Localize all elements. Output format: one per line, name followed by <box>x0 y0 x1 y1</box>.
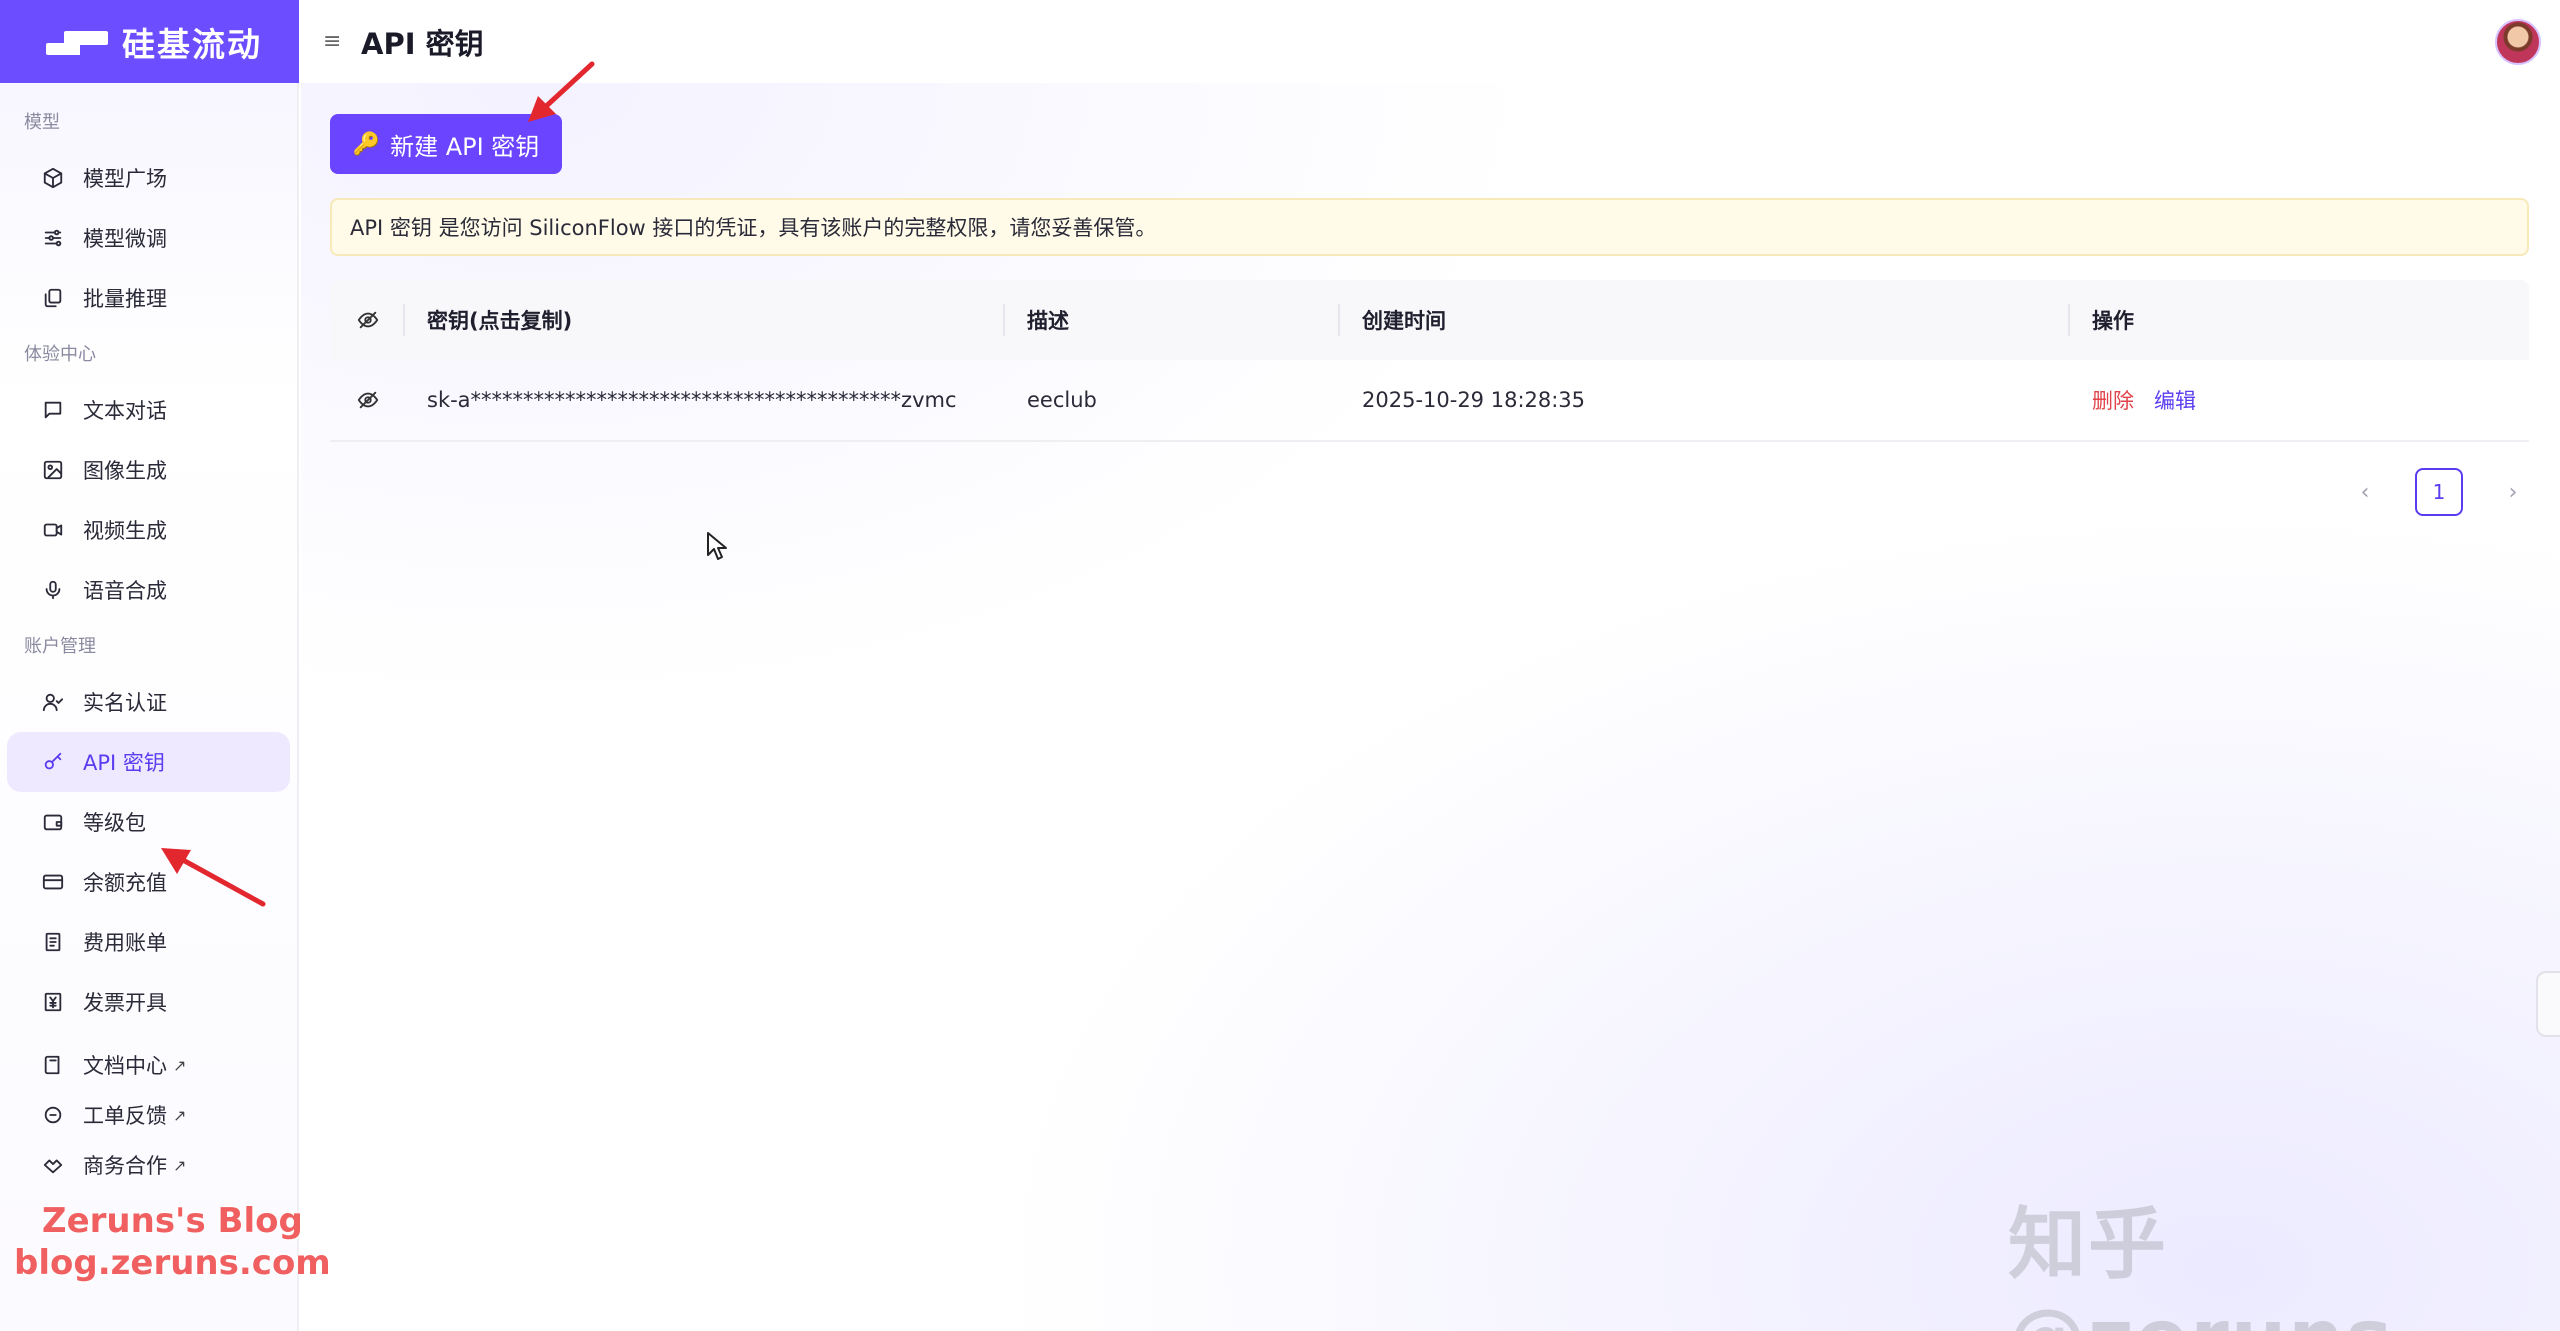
mic-icon <box>41 578 65 602</box>
sidebar-link-business[interactable]: 商务合作 ↗ <box>7 1140 290 1190</box>
next-page-button[interactable]: › <box>2503 480 2523 505</box>
user-check-icon <box>41 690 65 714</box>
side-drawer-handle[interactable] <box>2536 971 2560 1037</box>
sidebar-item-video-gen[interactable]: 视频生成 <box>7 500 290 560</box>
table-row: sk-a************************************… <box>330 360 2529 442</box>
sidebar-link-label: 文档中心 <box>83 1054 167 1078</box>
annotation-arrow-icon <box>161 848 266 907</box>
brand-logo[interactable]: 硅基流动 <box>0 0 299 83</box>
prev-page-button[interactable]: ‹ <box>2355 480 2375 505</box>
sidebar-item-fine-tune[interactable]: 模型微调 <box>7 208 290 268</box>
sidebar-item-batch-inference[interactable]: 批量推理 <box>7 268 290 328</box>
api-key-created-time: 2025-10-29 18:28:35 <box>1362 388 1586 412</box>
receipt-icon <box>41 930 65 954</box>
annotation-arrow-icon <box>528 61 595 122</box>
video-icon <box>41 518 65 542</box>
sidebar-item-api-keys[interactable]: API 密钥 <box>7 732 290 792</box>
column-header-key: 密钥(点击复制) <box>405 280 1005 360</box>
nav-links: 文档中心 ↗ 工单反馈 ↗ 商务合作 ↗ <box>0 1040 297 1190</box>
column-header-description: 描述 <box>1005 280 1340 360</box>
wallet-icon <box>41 810 65 834</box>
toggle-visibility-icon[interactable] <box>330 360 405 440</box>
sidebar-link-label: 商务合作 <box>83 1154 167 1178</box>
sidebar-item-verification[interactable]: 实名认证 <box>7 672 290 732</box>
main-content: 🔑 新建 API 密钥 API 密钥 是您访问 SiliconFlow 接口的凭… <box>301 83 2560 1331</box>
key-icon <box>41 750 65 774</box>
sidebar-item-image-gen[interactable]: 图像生成 <box>7 440 290 500</box>
sidebar-item-label: 图像生成 <box>83 459 167 483</box>
topbar: ≡ API 密钥 <box>301 0 2560 83</box>
section-label-account: 账户管理 <box>24 636 96 657</box>
brand-name: 硅基流动 <box>122 24 262 64</box>
cube-icon <box>41 166 65 190</box>
menu-collapse-icon[interactable]: ≡ <box>323 29 345 54</box>
sidebar-item-label: 实名认证 <box>83 691 167 715</box>
sidebar-item-label: 等级包 <box>83 811 146 835</box>
nav-playground: 文本对话 图像生成 视频生成 语音合成 <box>0 380 297 620</box>
sidebar-item-label: 模型微调 <box>83 227 167 251</box>
column-header-created: 创建时间 <box>1340 280 2070 360</box>
sidebar-link-tickets[interactable]: 工单反馈 ↗ <box>7 1090 290 1140</box>
book-icon <box>41 1053 65 1077</box>
toggle-visibility-all-icon[interactable] <box>330 280 405 360</box>
avatar[interactable] <box>2495 19 2541 65</box>
new-api-key-label: 新建 API 密钥 <box>390 132 540 161</box>
chat-icon <box>41 398 65 422</box>
section-label-playground: 体验中心 <box>24 344 96 365</box>
api-keys-table: 密钥(点击复制) 描述 创建时间 操作 sk-a****************… <box>330 280 2529 442</box>
row-actions: 删除 编辑 <box>2070 360 2529 440</box>
edit-link[interactable]: 编辑 <box>2154 385 2196 415</box>
external-link-icon: ↗ <box>173 1155 187 1175</box>
key-icon: 🔑 <box>352 131 381 157</box>
sidebar-item-text-chat[interactable]: 文本对话 <box>7 380 290 440</box>
sidebar-item-billing[interactable]: 费用账单 <box>7 912 290 972</box>
sidebar-item-label: 批量推理 <box>83 287 167 311</box>
zhihu-watermark: 知乎 @zeruns <box>2008 1200 2392 1331</box>
page-number-current[interactable]: 1 <box>2415 468 2463 516</box>
brand-mark-icon <box>46 27 108 57</box>
external-link-icon: ↗ <box>173 1105 187 1125</box>
nav-models: 模型广场 模型微调 批量推理 <box>0 148 297 328</box>
copy-icon <box>41 286 65 310</box>
api-key-description: eeclub <box>1027 388 1097 412</box>
handshake-icon <box>41 1153 65 1177</box>
table-header: 密钥(点击复制) 描述 创建时间 操作 <box>330 280 2529 360</box>
sidebar-item-model-square[interactable]: 模型广场 <box>7 148 290 208</box>
blog-watermark-line2: blog.zeruns.com <box>14 1243 331 1283</box>
sidebar-item-label: 费用账单 <box>83 931 167 955</box>
notice-text: API 密钥 是您访问 SiliconFlow 接口的凭证，具有该账户的完整权限… <box>350 216 1157 240</box>
blog-watermark-line1: Zeruns's Blog <box>41 1201 303 1241</box>
sidebar-link-docs[interactable]: 文档中心 ↗ <box>7 1040 290 1090</box>
section-label-models: 模型 <box>24 112 60 133</box>
mouse-cursor-icon <box>707 532 727 560</box>
sidebar-link-label: 工单反馈 <box>83 1104 167 1128</box>
ticket-icon <box>41 1103 65 1127</box>
image-icon <box>41 458 65 482</box>
sliders-icon <box>41 226 65 250</box>
sidebar-item-label: 发票开具 <box>83 991 167 1015</box>
blog-watermark: Zeruns's Blog blog.zeruns.com <box>14 1200 331 1284</box>
sidebar: 硅基流动 模型 模型广场 模型微调 批量推理 体验中心 文本对话 图像生成 视频… <box>0 0 299 1331</box>
sidebar-item-label: 视频生成 <box>83 519 167 543</box>
sidebar-item-speech-synth[interactable]: 语音合成 <box>7 560 290 620</box>
sidebar-item-label: 模型广场 <box>83 167 167 191</box>
credit-card-icon <box>41 870 65 894</box>
yen-icon <box>41 990 65 1014</box>
pagination: ‹ 1 › <box>2355 468 2523 516</box>
sidebar-item-invoice[interactable]: 发票开具 <box>7 972 290 1032</box>
column-header-actions: 操作 <box>2092 309 2134 333</box>
api-key-value[interactable]: sk-a************************************… <box>405 360 1005 440</box>
notice-banner: API 密钥 是您访问 SiliconFlow 接口的凭证，具有该账户的完整权限… <box>330 198 2529 256</box>
external-link-icon: ↗ <box>173 1055 187 1075</box>
page-title: API 密钥 <box>361 26 484 61</box>
sidebar-item-label: 文本对话 <box>83 399 167 423</box>
delete-link[interactable]: 删除 <box>2092 385 2134 415</box>
sidebar-item-label: 语音合成 <box>83 579 167 603</box>
sidebar-item-label: API 密钥 <box>83 751 165 775</box>
